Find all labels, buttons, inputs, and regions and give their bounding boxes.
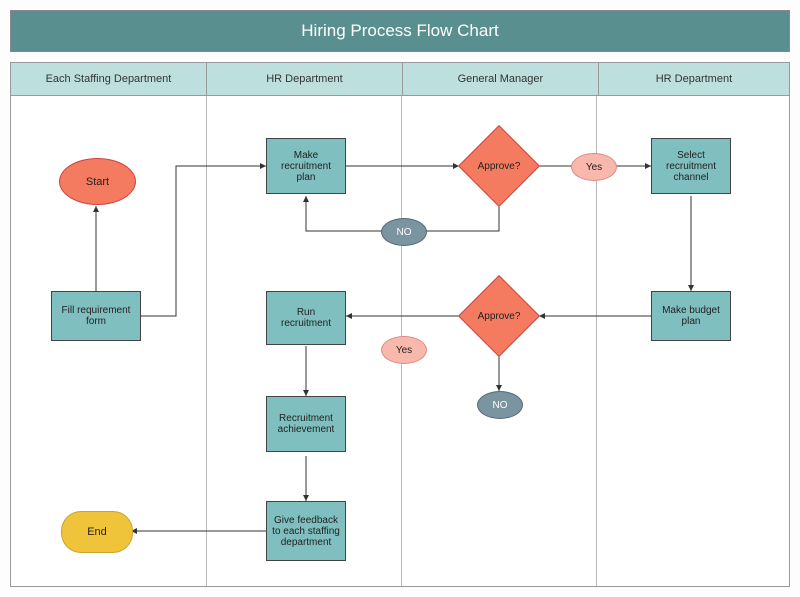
- lane-divider: [206, 96, 207, 586]
- lane-headers: Each Staffing Department HR Department G…: [10, 62, 790, 96]
- lane-header-hr1: HR Department: [207, 63, 403, 95]
- approve2-decision: Approve?: [459, 286, 539, 346]
- approve1-label: Approve?: [478, 161, 521, 172]
- fill-requirement-form-node: Fill requirement form: [51, 291, 141, 341]
- approve1-decision: Approve?: [459, 136, 539, 196]
- run-recruitment-node: Run recruitment: [266, 291, 346, 345]
- chart-title: Hiring Process Flow Chart: [10, 10, 790, 52]
- approve2-label: Approve?: [478, 311, 521, 322]
- approve2-yes-label: Yes: [381, 336, 427, 364]
- make-recruitment-plan-node: Make recruitment plan: [266, 138, 346, 194]
- flowchart-canvas: Start Fill requirement form Make recruit…: [10, 96, 790, 587]
- recruitment-achievement-node: Recruitment achievement: [266, 396, 346, 452]
- approve1-no-label: NO: [381, 218, 427, 246]
- end-node: End: [61, 511, 133, 553]
- select-channel-node: Select recruitment channel: [651, 138, 731, 194]
- approve2-no-label: NO: [477, 391, 523, 419]
- make-budget-plan-node: Make budget plan: [651, 291, 731, 341]
- lane-header-gm: General Manager: [403, 63, 599, 95]
- lane-header-staffing: Each Staffing Department: [11, 63, 207, 95]
- approve1-yes-label: Yes: [571, 153, 617, 181]
- lane-header-hr2: HR Department: [599, 63, 789, 95]
- give-feedback-node: Give feedback to each staffing departmen…: [266, 501, 346, 561]
- start-node: Start: [59, 158, 136, 205]
